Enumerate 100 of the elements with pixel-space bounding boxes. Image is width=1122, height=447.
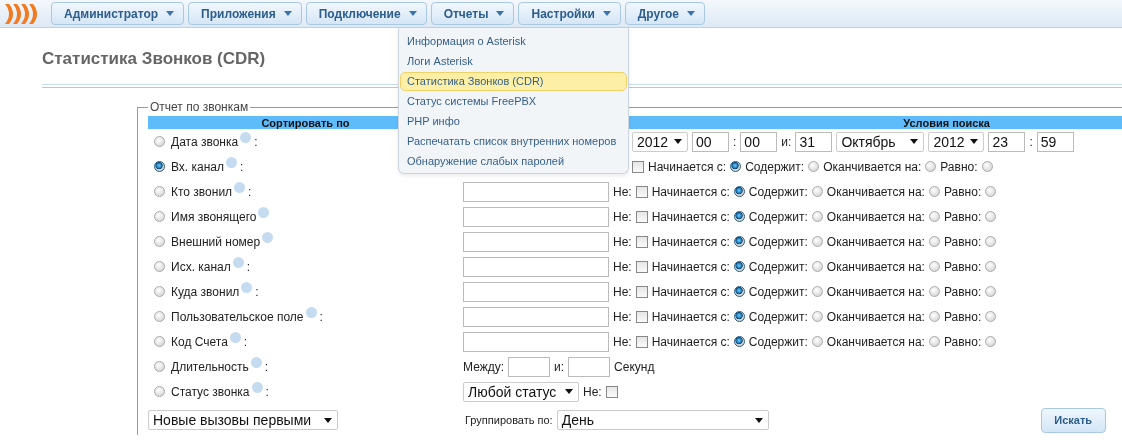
- match-radio[interactable]: [733, 211, 745, 222]
- sort-radio[interactable]: [154, 336, 165, 347]
- help-icon[interactable]: [305, 307, 317, 318]
- sort-radio[interactable]: [154, 186, 165, 197]
- input-field[interactable]: 59: [1036, 131, 1074, 152]
- input-field[interactable]: [463, 181, 609, 202]
- input-field[interactable]: [463, 256, 609, 277]
- checkbox[interactable]: [635, 260, 648, 273]
- menu-item[interactable]: Логи Asterisk: [400, 52, 627, 71]
- help-icon[interactable]: [229, 332, 241, 343]
- help-icon[interactable]: [258, 207, 270, 218]
- match-radio[interactable]: [928, 211, 940, 222]
- checkbox[interactable]: [635, 235, 648, 248]
- match-radio[interactable]: [811, 186, 823, 197]
- input-field[interactable]: 23: [988, 131, 1026, 152]
- nav-menu-button[interactable]: Отчеты: [430, 2, 515, 25]
- sort-radio[interactable]: [154, 136, 165, 147]
- sort-radio[interactable]: [154, 161, 165, 172]
- menu-item[interactable]: Статистика Звонков (CDR): [400, 72, 627, 91]
- match-radio[interactable]: [808, 161, 820, 172]
- checkbox[interactable]: [635, 210, 648, 223]
- match-radio[interactable]: [811, 236, 823, 247]
- help-icon[interactable]: [250, 357, 262, 368]
- input-field[interactable]: 31: [795, 131, 833, 152]
- match-radio[interactable]: [733, 261, 745, 272]
- dropdown-select[interactable]: Любой статус: [463, 381, 579, 402]
- match-radio[interactable]: [730, 161, 742, 172]
- menu-item[interactable]: Статус системы FreePBX: [400, 92, 627, 111]
- input-field[interactable]: [463, 281, 609, 302]
- match-radio[interactable]: [811, 311, 823, 322]
- search-button[interactable]: Искать: [1040, 407, 1106, 433]
- help-icon[interactable]: [234, 182, 246, 193]
- match-radio[interactable]: [928, 336, 940, 347]
- checkbox[interactable]: [632, 160, 644, 173]
- match-radio[interactable]: [981, 161, 993, 172]
- help-icon[interactable]: [262, 232, 274, 243]
- match-radio[interactable]: [985, 236, 997, 247]
- checkbox[interactable]: [635, 310, 648, 323]
- match-radio[interactable]: [733, 336, 745, 347]
- match-radio[interactable]: [733, 311, 745, 322]
- input-field[interactable]: 00: [692, 131, 729, 152]
- nav-menu-button[interactable]: Настройки: [518, 2, 621, 25]
- sort-radio[interactable]: [154, 386, 165, 397]
- input-field[interactable]: [463, 231, 609, 252]
- sort-radio[interactable]: [154, 236, 165, 247]
- match-radio[interactable]: [985, 336, 997, 347]
- logo-icon: [4, 2, 38, 25]
- menu-item[interactable]: Информация о Asterisk: [400, 32, 627, 51]
- menu-item[interactable]: Распечатать список внутренних номеров: [400, 132, 627, 151]
- dropdown-select[interactable]: 2012: [632, 131, 688, 152]
- match-radio[interactable]: [811, 286, 823, 297]
- help-icon[interactable]: [240, 132, 252, 143]
- sort-radio[interactable]: [154, 361, 165, 372]
- match-radio[interactable]: [985, 286, 997, 297]
- sort-radio[interactable]: [154, 211, 165, 222]
- help-icon[interactable]: [232, 257, 244, 268]
- checkbox[interactable]: [635, 335, 648, 348]
- match-radio[interactable]: [985, 261, 997, 272]
- match-radio[interactable]: [811, 336, 823, 347]
- match-radio[interactable]: [985, 211, 997, 222]
- sort-order-select[interactable]: Новые вызовы первыми: [148, 410, 338, 430]
- input-field[interactable]: [463, 206, 609, 227]
- match-radio[interactable]: [733, 186, 745, 197]
- match-radio[interactable]: [925, 161, 937, 172]
- match-radio[interactable]: [811, 211, 823, 222]
- menu-item[interactable]: PHP инфо: [400, 112, 627, 131]
- input-field[interactable]: 00: [740, 131, 778, 152]
- nav-menu-button[interactable]: Подключение: [305, 2, 427, 25]
- menu-item[interactable]: Обнаружение слабых паролей: [400, 152, 627, 171]
- help-icon[interactable]: [226, 157, 238, 168]
- label-colon: :: [243, 334, 248, 349]
- sort-radio[interactable]: [154, 261, 165, 272]
- match-radio[interactable]: [928, 286, 940, 297]
- sort-radio[interactable]: [154, 311, 165, 322]
- dropdown-select[interactable]: Октябрь: [836, 131, 925, 152]
- nav-menu-button[interactable]: Приложения: [188, 2, 302, 25]
- nav-menu-button[interactable]: Администратор: [51, 2, 185, 25]
- match-radio[interactable]: [733, 236, 745, 247]
- nav-menu-button[interactable]: Другое: [624, 2, 706, 25]
- match-radio[interactable]: [928, 186, 940, 197]
- sort-radio[interactable]: [154, 286, 165, 297]
- input-field[interactable]: [463, 306, 609, 327]
- dropdown-select[interactable]: 2012: [928, 131, 985, 152]
- match-radio[interactable]: [928, 311, 940, 322]
- input-field[interactable]: [463, 331, 609, 352]
- checkbox[interactable]: [635, 285, 648, 298]
- match-radio[interactable]: [928, 236, 940, 247]
- column-heading: Сортировать по: [261, 116, 350, 129]
- match-radio[interactable]: [985, 311, 997, 322]
- input-field[interactable]: [568, 356, 611, 377]
- match-radio[interactable]: [733, 286, 745, 297]
- match-radio[interactable]: [985, 186, 997, 197]
- checkbox[interactable]: [635, 185, 648, 198]
- help-icon[interactable]: [251, 382, 263, 393]
- checkbox[interactable]: [605, 385, 618, 398]
- help-icon[interactable]: [241, 282, 253, 293]
- input-field[interactable]: [508, 356, 551, 377]
- match-radio[interactable]: [928, 261, 940, 272]
- group-by-select[interactable]: День: [556, 410, 769, 430]
- match-radio[interactable]: [811, 261, 823, 272]
